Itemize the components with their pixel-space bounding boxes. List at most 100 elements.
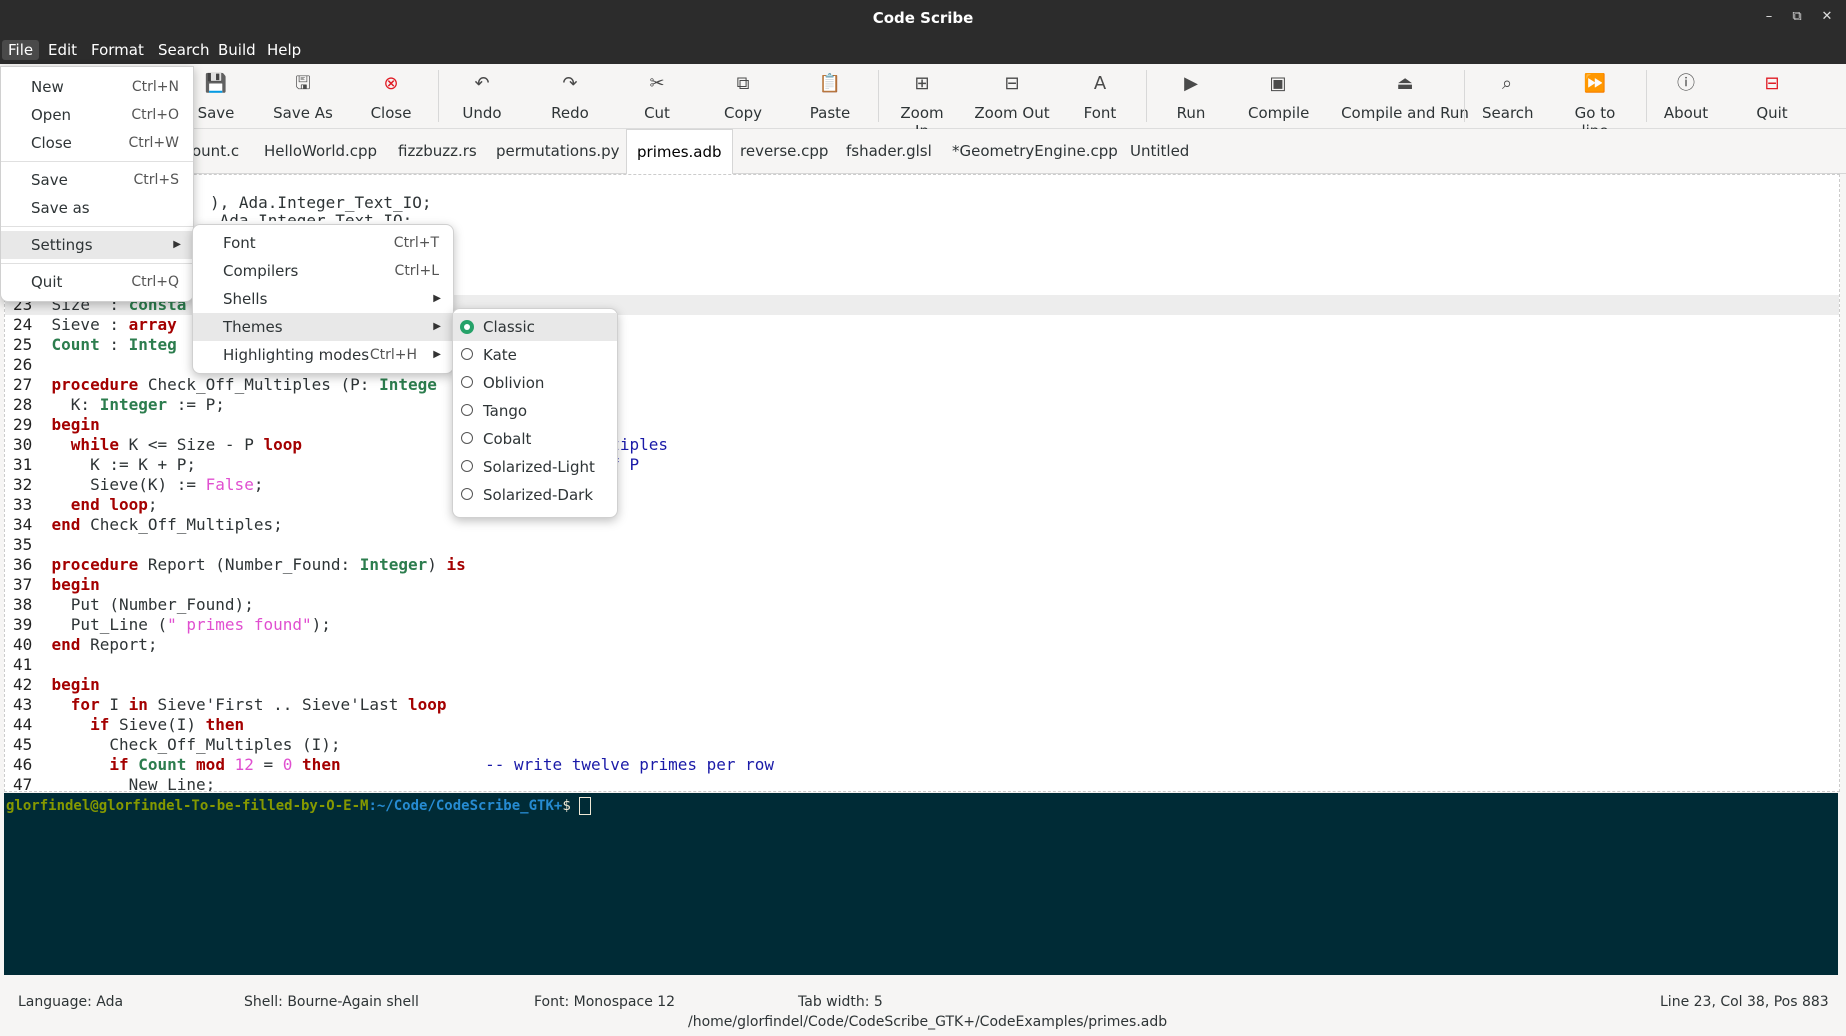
status-bar: Language: Ada Shell: Bourne-Again shell … (0, 978, 1846, 1036)
code-line: Ada.Integer_Text_IO; (210, 211, 413, 221)
menu-item-quit[interactable]: Quit Ctrl+Q (1, 268, 193, 296)
toolbar-separator (1146, 70, 1147, 122)
close-circle-icon: ⊗ (383, 73, 399, 94)
window-title: Code Scribe (872, 9, 974, 27)
cut-button[interactable]: ✂ Cut (640, 64, 674, 128)
zoom-in-button[interactable]: ⊞Zoom In (892, 64, 952, 141)
terminal-cursor (579, 797, 592, 815)
menu-item-save[interactable]: Save Ctrl+S (1, 166, 193, 194)
tab-fizzbuzz-rs[interactable]: fizzbuzz.rs (398, 129, 477, 173)
tab-geometryengine-cpp[interactable]: *GeometryEngine.cpp (952, 129, 1118, 173)
terminal-panel[interactable]: glorfindel@glorfindel-To-be-filled-by-O-… (4, 793, 1838, 975)
menu-item-settings[interactable]: Settings ▶ (1, 231, 193, 259)
theme-kate[interactable]: Kate (453, 341, 617, 369)
font-button[interactable]: A Font (1080, 64, 1120, 128)
themes-submenu: Classic Kate Oblivion Tango Cobalt Solar… (452, 308, 618, 518)
zoom-out-button[interactable]: ⊟ Zoom Out (974, 64, 1050, 128)
submenu-arrow-icon: ▶ (173, 239, 181, 250)
compile-icon: ▣ (1269, 73, 1287, 94)
status-font: Font: Monospace 12 (534, 994, 676, 1010)
menu-format[interactable]: Format (85, 40, 150, 60)
radio-icon (461, 488, 473, 500)
toolbar-separator (1464, 70, 1465, 122)
close-file-button[interactable]: ⊗ Close (368, 64, 414, 128)
zoom-out-icon: ⊟ (1004, 73, 1020, 94)
status-cursor-position: Line 23, Col 38, Pos 883 (1660, 994, 1829, 1010)
copy-icon: ⧉ (736, 73, 750, 94)
status-shell: Shell: Bourne-Again shell (244, 994, 419, 1010)
theme-cobalt[interactable]: Cobalt (453, 425, 617, 453)
run-button[interactable]: ▶ Run (1172, 64, 1210, 128)
zoom-in-icon: ⊞ (914, 73, 930, 94)
menu-item-font[interactable]: Font Ctrl+T (193, 229, 453, 257)
tab-primes-adb[interactable]: primes.adb (626, 129, 733, 174)
toolbar-separator (878, 70, 879, 122)
theme-oblivion[interactable]: Oblivion (453, 369, 617, 397)
save-button[interactable]: 💾 Save (196, 64, 236, 128)
redo-icon: ↷ (562, 73, 578, 94)
paste-button[interactable]: 📋 Paste (808, 64, 852, 128)
redo-button[interactable]: ↷ Redo (548, 64, 592, 128)
file-menu: New Ctrl+N Open Ctrl+O Close Ctrl+W Save Ctr… (0, 66, 194, 302)
menu-item-close[interactable]: Close Ctrl+W (1, 129, 193, 157)
menu-help[interactable]: Help (261, 40, 307, 60)
menu-edit[interactable]: Edit (42, 40, 83, 60)
quit-icon: ⊟ (1764, 73, 1780, 94)
radio-icon (461, 404, 473, 416)
menu-item-themes[interactable]: Themes ▶ (193, 313, 453, 341)
eject-icon: ⏏ (1396, 73, 1414, 94)
quit-button[interactable]: ⊟ Quit (1752, 64, 1792, 128)
status-tab-width: Tab width: 5 (798, 994, 883, 1010)
theme-tango[interactable]: Tango (453, 397, 617, 425)
undo-button[interactable]: ↶ Undo (460, 64, 504, 128)
title-bar: Code Scribe – ⧉ ✕ (0, 0, 1846, 36)
tab-untitled[interactable]: Untitled (1130, 129, 1189, 173)
copy-button[interactable]: ⧉ Copy (722, 64, 764, 128)
save-icon: 💾 (204, 73, 228, 94)
go-to-line-button[interactable]: ⏩Go to line (1560, 64, 1630, 141)
tab-count-c[interactable]: ount.c (192, 129, 239, 173)
menu-item-new[interactable]: New Ctrl+N (1, 73, 193, 101)
compile-and-run-button[interactable]: ⏏ Compile and Run (1330, 64, 1480, 128)
menu-item-highlighting-modes[interactable]: Highlighting modes Ctrl+H ▶ (193, 341, 453, 369)
toolbar: 💾 Save 🖫 Save As ⊗ Close ↶ Undo ↷ Redo ✂ Cut ⧉… (0, 64, 1846, 141)
menu-search[interactable]: Search (152, 40, 216, 60)
submenu-arrow-icon: ▶ (433, 349, 441, 360)
radio-icon (461, 376, 473, 388)
status-file-path: /home/glorfindel/Code/CodeScribe_GTK+/Co… (688, 1014, 1168, 1030)
radio-icon (461, 348, 473, 360)
menu-item-shells[interactable]: Shells ▶ (193, 285, 453, 313)
search-button[interactable]: ⌕ Search (1482, 64, 1534, 128)
radio-selected-icon (460, 320, 474, 334)
terminal-prompt: glorfindel@glorfindel-To-be-filled-by-O-… (6, 797, 592, 815)
tab-permutations-py[interactable]: permutations.py (496, 129, 620, 173)
play-icon: ▶ (1184, 73, 1198, 94)
minimize-icon[interactable]: – (1760, 8, 1778, 26)
theme-solarized-dark[interactable]: Solarized-Dark (453, 481, 617, 509)
menu-bar: File Edit Format Search Build Help (0, 36, 1846, 64)
tab-fshader-glsl[interactable]: fshader.glsl (846, 129, 932, 173)
menu-item-save-as[interactable]: Save as (1, 194, 193, 222)
compile-button[interactable]: ▣ Compile (1248, 64, 1309, 128)
menu-item-open[interactable]: Open Ctrl+O (1, 101, 193, 129)
status-language: Language: Ada (18, 994, 124, 1010)
tab-reverse-cpp[interactable]: reverse.cpp (740, 129, 828, 173)
save-as-button[interactable]: 🖫 Save As (272, 64, 334, 128)
menu-separator (1, 161, 193, 162)
tab-helloworld-cpp[interactable]: HelloWorld.cpp (264, 129, 377, 173)
maximize-icon[interactable]: ⧉ (1788, 8, 1806, 26)
menu-build[interactable]: Build (212, 40, 262, 60)
submenu-arrow-icon: ▶ (433, 321, 441, 332)
fast-forward-icon: ⏩ (1583, 73, 1607, 94)
toolbar-separator (438, 70, 439, 122)
close-window-icon[interactable]: ✕ (1818, 8, 1836, 26)
font-icon: A (1093, 73, 1107, 94)
theme-classic[interactable]: Classic (453, 313, 617, 341)
menu-file[interactable]: File (2, 40, 40, 60)
radio-icon (461, 460, 473, 472)
menu-item-compilers[interactable]: Compilers Ctrl+L (193, 257, 453, 285)
menu-separator (1, 263, 193, 264)
search-icon: ⌕ (1501, 73, 1513, 94)
theme-solarized-light[interactable]: Solarized-Light (453, 453, 617, 481)
about-button[interactable]: ⓘ About (1662, 64, 1710, 128)
